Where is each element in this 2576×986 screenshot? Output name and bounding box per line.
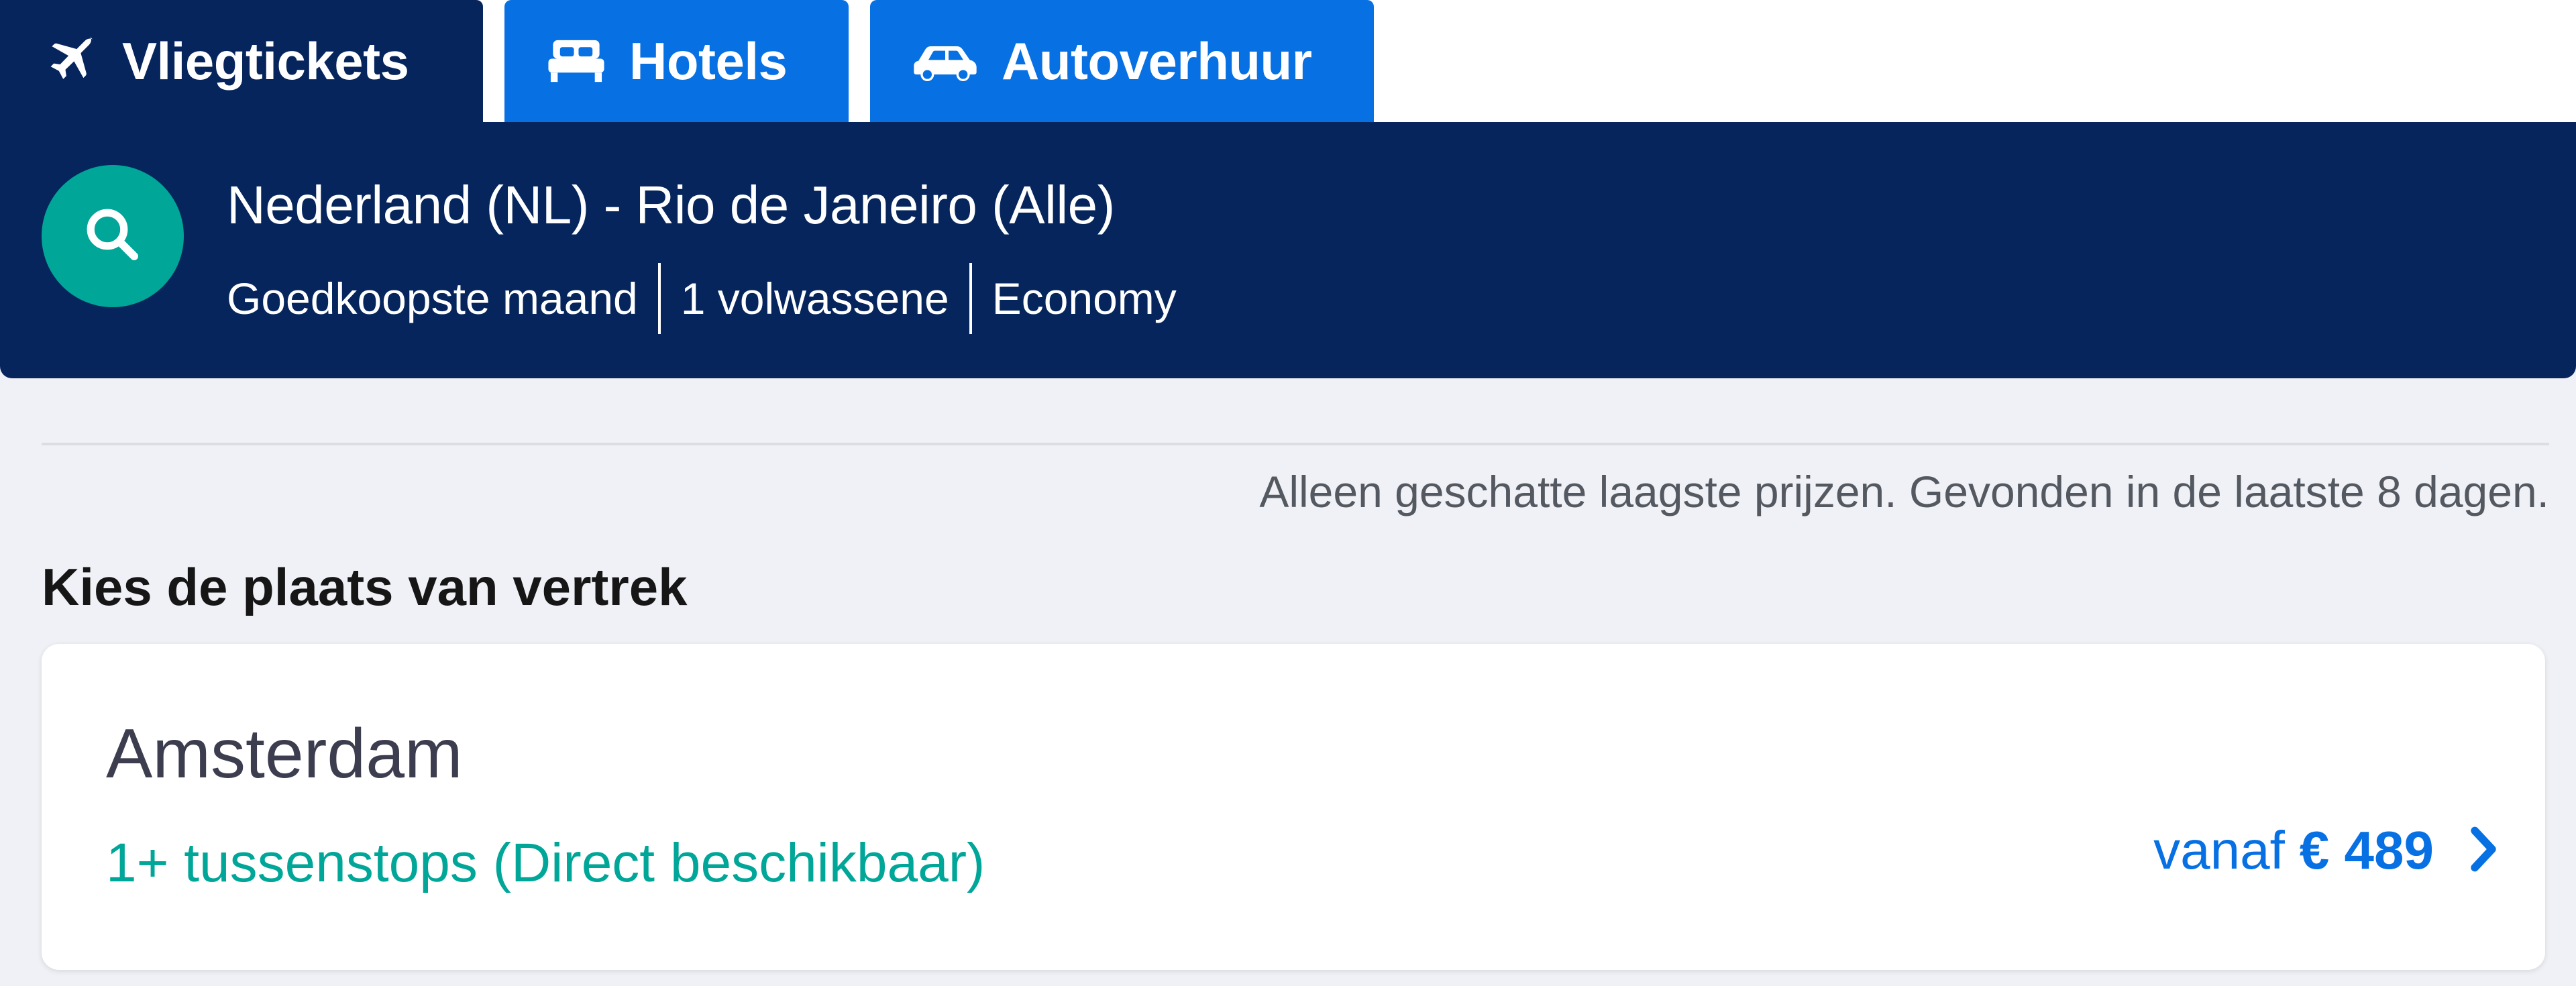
meta-divider — [657, 263, 661, 334]
price-amount: € 489 — [2299, 820, 2434, 880]
passengers-summary: 1 volwassene — [680, 274, 949, 323]
price-prefix: vanaf — [2153, 820, 2285, 880]
car-icon — [912, 40, 979, 83]
cabin-class-summary: Economy — [991, 274, 1177, 323]
bed-icon — [546, 34, 606, 88]
tab-flights[interactable]: Vliegtickets — [0, 0, 483, 122]
price-block[interactable]: vanaf € 489 — [2153, 820, 2498, 881]
stops-info: 1+ tussenstops (Direct beschikbaar) — [106, 832, 985, 893]
departure-city: Amsterdam — [106, 715, 463, 793]
tab-hotels-label: Hotels — [629, 31, 788, 91]
section-title: Kies de plaats van vertrek — [42, 557, 688, 616]
departure-result-card[interactable]: Amsterdam 1+ tussenstops (Direct beschik… — [42, 644, 2545, 970]
page: Vliegtickets Hotels Autoverhuur Nederlan… — [0, 0, 2576, 986]
price-disclaimer: Alleen geschatte laagste prijzen. Gevond… — [1259, 467, 2549, 516]
tab-flights-label: Vliegtickets — [122, 31, 409, 91]
month-summary: Goedkoopste maand — [227, 274, 638, 323]
search-summary: Nederland (NL) - Rio de Janeiro (Alle) G… — [0, 122, 2576, 378]
plane-icon — [42, 32, 99, 90]
tab-hotels[interactable]: Hotels — [504, 0, 849, 122]
divider — [42, 443, 2549, 445]
product-tabs: Vliegtickets Hotels Autoverhuur — [0, 0, 2576, 122]
tab-car-hire[interactable]: Autoverhuur — [870, 0, 1374, 122]
meta-divider — [969, 263, 972, 334]
search-meta: Goedkoopste maand 1 volwassene Economy — [227, 263, 1177, 334]
edit-search-button[interactable] — [42, 165, 184, 307]
route-summary[interactable]: Nederland (NL) - Rio de Janeiro (Alle) — [227, 174, 1115, 236]
tab-car-hire-label: Autoverhuur — [1002, 31, 1312, 91]
chevron-right-icon — [2469, 824, 2498, 878]
search-icon — [80, 203, 145, 270]
